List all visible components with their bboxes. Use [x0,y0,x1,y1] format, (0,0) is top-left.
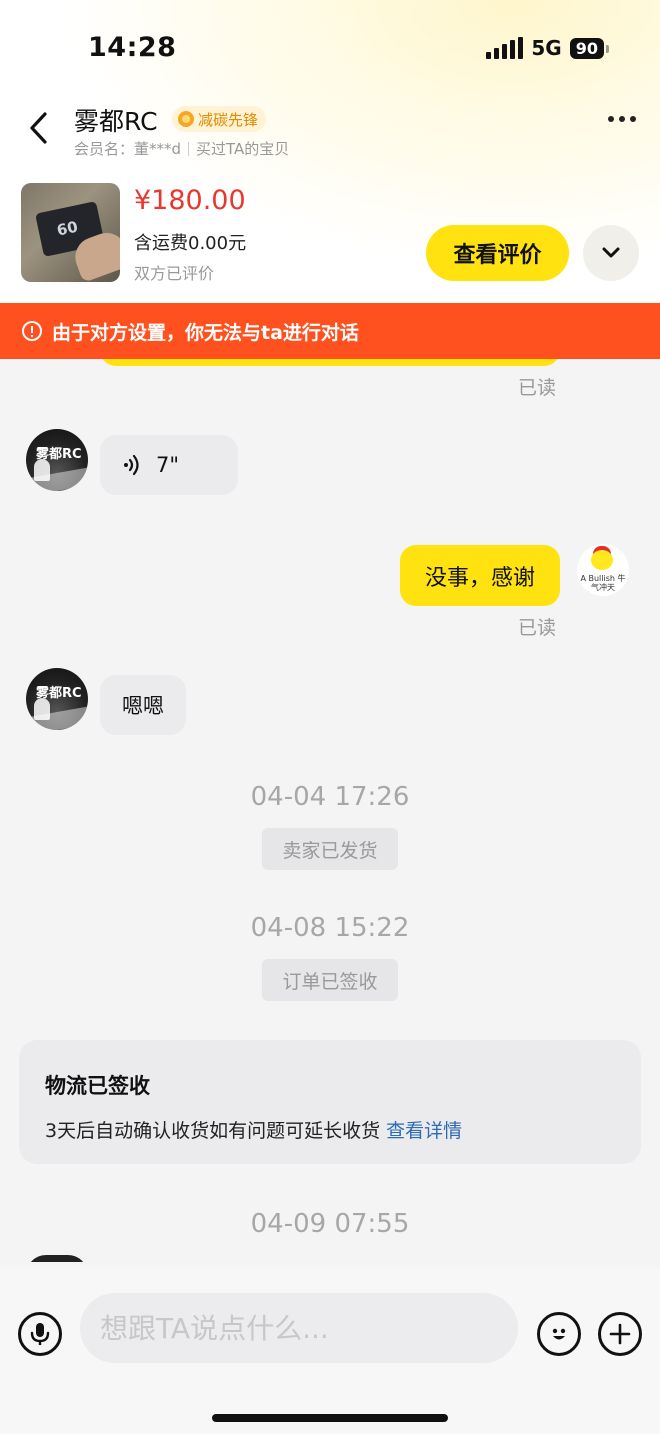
chat-disabled-banner: 由于对方设置，你无法与ta进行对话 [0,303,660,359]
voice-message[interactable]: 7" [100,435,238,495]
carbon-badge: 减碳先锋 [172,106,267,132]
purchase-note: 买过TA的宝贝 [196,140,290,158]
plus-icon [609,1323,631,1345]
member-info: 会员名：董***d 买过TA的宝贝 [74,138,289,159]
signal-icon [486,37,524,59]
timestamp: 04-04 17:26 [250,782,410,812]
logistics-description: 3天后自动确认收货如有问题可延长收货 查看详情 [45,1120,463,1142]
logistics-card[interactable]: 物流已签收 3天后自动确认收货如有问题可延长收货 查看详情 [19,1040,641,1164]
product-price: ¥180.00 [134,185,246,216]
chevron-down-icon [602,247,620,258]
divider [188,141,190,156]
microphone-icon [30,1323,50,1345]
home-indicator [212,1414,448,1422]
shop-name[interactable]: 雾都RC [74,102,158,138]
system-note: 卖家已发货 [262,828,398,870]
member-name: 会员名：董***d [74,140,182,158]
system-note: 订单已签收 [262,959,398,1001]
leaf-icon [178,111,194,127]
voice-input-button[interactable] [18,1312,62,1356]
timestamp: 04-09 07:55 [250,1209,410,1239]
voice-duration: 7" [156,453,180,477]
chevron-left-icon [30,112,47,144]
timestamp: 04-08 15:22 [250,913,410,943]
alert-icon [22,321,42,341]
my-avatar[interactable]: A Bullish 牛气冲天 [577,544,629,596]
more-options-button[interactable] [608,116,636,122]
smiley-icon [552,1328,566,1340]
seller-avatar-text: 雾都RC [36,447,82,462]
network-label: 5G [531,36,562,60]
more-dots-icon [608,116,614,122]
expand-button[interactable] [583,225,639,281]
seller-avatar[interactable]: 雾都RC [26,429,88,491]
seller-avatar[interactable]: 雾都RC [26,668,88,730]
shipping-fee: 含运费0.00元 [134,233,247,254]
view-details-link[interactable]: 查看详情 [386,1120,462,1142]
message-input[interactable] [80,1293,518,1363]
voice-wave-icon [124,454,139,476]
review-status: 双方已评价 [134,264,215,283]
emoji-button[interactable] [537,1312,581,1356]
seller-message-bubble[interactable]: 嗯嗯 [100,675,186,735]
more-actions-button[interactable] [598,1312,642,1356]
read-receipt: 已读 [518,377,557,399]
my-message-bubble[interactable]: 没事，感谢 [400,545,560,606]
view-review-button[interactable]: 查看评价 [426,225,569,281]
badge-label: 减碳先锋 [198,110,259,129]
battery-icon: 90 [569,37,610,59]
status-time: 14:28 [88,32,177,63]
my-avatar-caption: A Bullish 牛气冲天 [580,574,626,592]
warning-text: 由于对方设置，你无法与ta进行对话 [52,321,359,344]
product-thumbnail[interactable] [21,183,120,282]
logistics-title: 物流已签收 [45,1074,150,1098]
read-receipt: 已读 [518,617,557,639]
back-button[interactable] [22,108,56,148]
seller-avatar-text: 雾都RC [36,686,82,701]
status-indicators: 5G 90 [486,36,610,60]
